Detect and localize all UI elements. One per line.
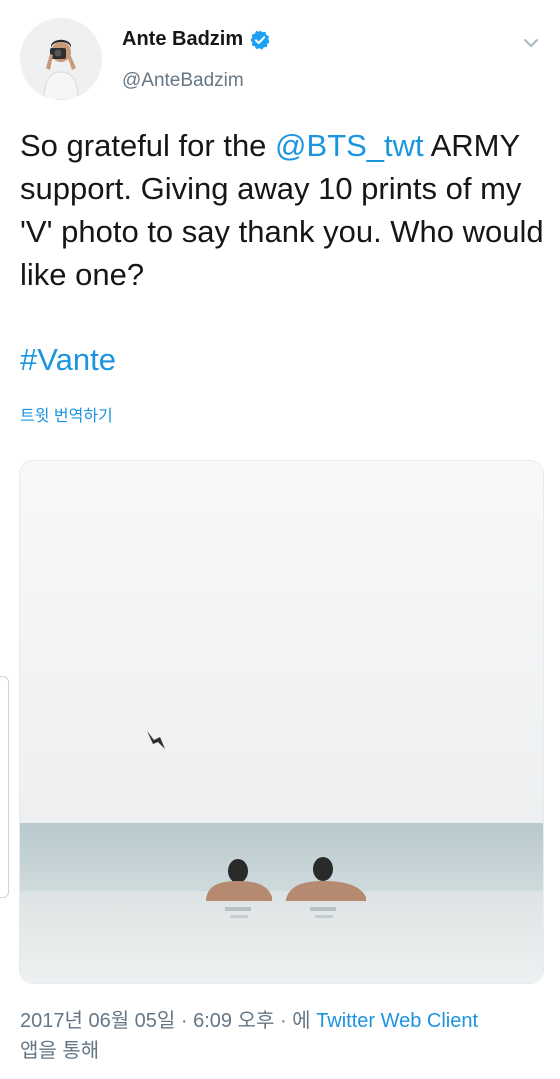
tweet-date: 2017년 06월 05일 bbox=[20, 1010, 176, 1032]
tweet-text: So grateful for the @BTS_twt ARMY suppor… bbox=[20, 124, 545, 296]
avatar-photo bbox=[20, 18, 102, 100]
display-name[interactable]: Ante Badzim bbox=[122, 28, 271, 51]
tweet-time: 6:09 오후 bbox=[193, 1010, 275, 1032]
chevron-down-icon[interactable] bbox=[520, 32, 542, 54]
photo-image bbox=[20, 461, 543, 983]
translate-tweet-link[interactable]: 트윗 번역하기 bbox=[20, 402, 113, 426]
tweet-text-prefix: So grateful for the bbox=[20, 128, 276, 163]
tweet-metadata: 2017년 06월 05일 · 6:09 오후 · 에 Twitter Web … bbox=[20, 1006, 550, 1066]
via-prefix: 에 bbox=[292, 1010, 317, 1032]
via-suffix: 앱을 통해 bbox=[20, 1040, 100, 1062]
display-name-text: Ante Badzim bbox=[122, 28, 244, 50]
tweet-photo[interactable] bbox=[19, 460, 544, 984]
avatar[interactable] bbox=[20, 18, 102, 100]
user-handle[interactable]: @AnteBadzim bbox=[122, 70, 244, 92]
edge-scroll-handle[interactable] bbox=[0, 676, 9, 898]
verified-badge-icon bbox=[249, 29, 271, 51]
hashtag-link[interactable]: #Vante bbox=[20, 338, 116, 381]
source-app-link[interactable]: Twitter Web Client bbox=[316, 1010, 478, 1032]
meta-separator-2: · bbox=[274, 1010, 293, 1032]
mention-link[interactable]: @BTS_twt bbox=[275, 128, 424, 163]
meta-separator-1: · bbox=[175, 1010, 194, 1032]
tweet-detail: Ante Badzim @AnteBadzim So grateful for … bbox=[0, 0, 560, 1079]
